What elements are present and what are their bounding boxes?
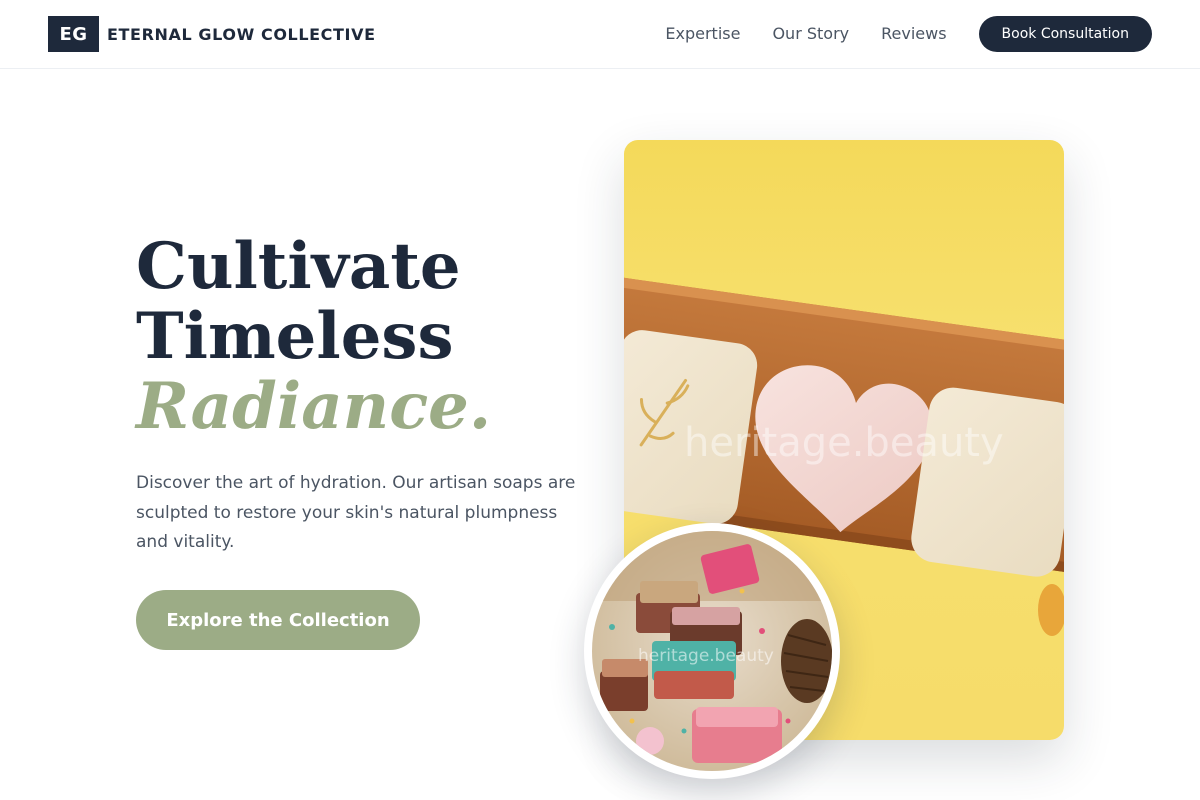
hero-photo-watermark: heritage.beauty: [684, 420, 1004, 466]
inset-soap-photo: heritage.beauty: [592, 531, 832, 771]
main-nav: Expertise Our Story Reviews Book Consult…: [665, 16, 1152, 52]
hero-description: Discover the art of hydration. Our artis…: [136, 473, 576, 552]
nav-link-reviews[interactable]: Reviews: [881, 16, 946, 52]
book-consultation-button[interactable]: Book Consultation: [978, 16, 1152, 52]
nav-link-expertise[interactable]: Expertise: [665, 16, 740, 52]
nav-link-our-story[interactable]: Our Story: [772, 16, 849, 52]
logo-mark: EG: [48, 16, 99, 52]
hero-title-line-2: Timeless: [136, 299, 454, 374]
hero-title-accent: Radiance.: [136, 369, 492, 444]
inset-photo-watermark: heritage.beauty: [638, 646, 774, 666]
brand-logo[interactable]: EG ETERNAL GLOW COLLECTIVE: [48, 16, 376, 52]
hero-title-line-1: Cultivate: [136, 229, 461, 304]
explore-collection-button[interactable]: Explore the Collection: [136, 590, 420, 650]
inset-photo-frame: heritage.beauty: [584, 523, 840, 779]
site-header: EG ETERNAL GLOW COLLECTIVE Expertise Our…: [0, 0, 1200, 69]
hero-title: Cultivate Timeless Radiance.: [136, 232, 491, 442]
brand-name: ETERNAL GLOW COLLECTIVE: [107, 24, 376, 44]
